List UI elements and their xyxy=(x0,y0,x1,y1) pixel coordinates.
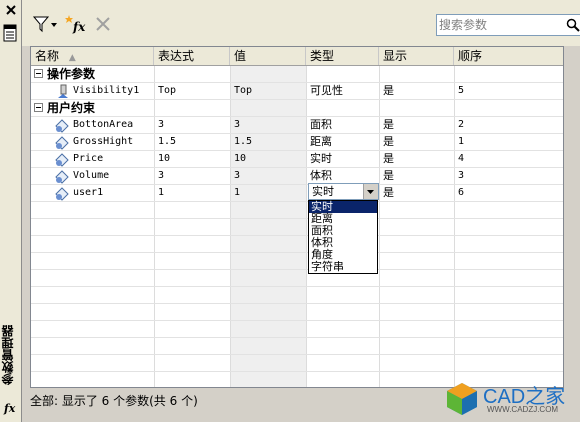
param-order[interactable]: 4 xyxy=(454,151,534,167)
sort-ascending-icon: ▲ xyxy=(68,53,76,63)
param-order[interactable]: 3 xyxy=(454,168,534,184)
param-value: 1.5 xyxy=(234,136,253,147)
table-row[interactable]: Volume 3 3 体积 是 3 xyxy=(31,168,563,185)
param-show[interactable]: 是 xyxy=(379,151,454,167)
empty-row xyxy=(31,321,563,338)
visibility-parameter-icon xyxy=(58,84,68,98)
group-row-action-parameters[interactable]: 操作参数 xyxy=(31,66,563,83)
param-expression[interactable]: 1 xyxy=(154,185,230,201)
column-header-type[interactable]: 类型 xyxy=(306,47,379,65)
user-constraint-icon xyxy=(55,119,69,133)
param-value: 3 xyxy=(234,170,241,181)
column-header-order[interactable]: 顺序 xyxy=(454,47,563,65)
param-order[interactable]: 5 xyxy=(454,83,534,99)
param-name: Volume xyxy=(73,170,110,181)
fx-label: fx xyxy=(4,402,16,415)
column-header-expression[interactable]: 表达式 xyxy=(154,47,230,65)
palette-title: 参数管理器 xyxy=(1,325,15,385)
cube-logo-icon xyxy=(447,383,477,415)
dropdown-button[interactable] xyxy=(363,184,378,199)
grid-header: 名称 ▲ 表达式 值 类型 显示 顺序 xyxy=(31,47,563,66)
user-constraint-icon xyxy=(55,136,69,150)
table-row[interactable]: GrossHight 1.5 1.5 距离 是 1 xyxy=(31,134,563,151)
empty-row xyxy=(31,236,563,253)
type-select[interactable]: 实时 xyxy=(308,183,379,200)
status-text: 全部: 显示了 6 个参数(共 6 个) xyxy=(30,394,198,408)
param-order[interactable]: 6 xyxy=(454,185,534,201)
param-show[interactable]: 是 xyxy=(379,117,454,133)
group-row-user-constraints[interactable]: 用户约束 xyxy=(31,100,563,117)
param-expression[interactable]: 10 xyxy=(154,151,230,167)
search-box[interactable] xyxy=(436,14,580,36)
param-value: Top xyxy=(234,85,253,96)
grid-rows: 操作参数 Visibility1 Top Top 可见性 是 5 用户约束 Bo… xyxy=(31,66,563,387)
user-constraint-icon xyxy=(55,170,69,184)
chevron-down-icon xyxy=(367,190,374,194)
param-show[interactable]: 是 xyxy=(379,134,454,150)
param-name: GrossHight xyxy=(73,136,134,147)
properties-icon[interactable] xyxy=(3,24,17,42)
param-name: user1 xyxy=(73,187,104,198)
param-value: 1 xyxy=(234,187,241,198)
column-header-value[interactable]: 值 xyxy=(230,47,306,65)
type-dropdown-list: 实时 距离 面积 体积 角度 字符串 xyxy=(308,200,378,274)
param-expression[interactable]: 3 xyxy=(154,168,230,184)
param-type[interactable]: 距离 xyxy=(306,134,379,150)
collapse-icon[interactable] xyxy=(34,103,43,112)
param-order[interactable]: 1 xyxy=(454,134,534,150)
parameters-grid: 名称 ▲ 表达式 值 类型 显示 顺序 操作参数 Visibility1 Top… xyxy=(30,46,564,388)
search-input[interactable] xyxy=(439,17,559,33)
dropdown-option[interactable]: 字符串 xyxy=(309,261,377,273)
delete-icon[interactable] xyxy=(94,14,112,34)
group-label: 用户约束 xyxy=(47,101,96,115)
param-type[interactable]: 可见性 xyxy=(306,83,379,99)
param-name: Price xyxy=(73,153,104,164)
param-show[interactable]: 是 xyxy=(379,168,454,184)
toolbar: fx xyxy=(22,0,580,46)
new-user-parameter-icon[interactable]: fx xyxy=(64,14,88,34)
param-expression[interactable]: 1.5 xyxy=(154,134,230,150)
table-row[interactable]: user1 1 1 是 6 xyxy=(31,185,563,202)
empty-row xyxy=(31,202,563,219)
empty-row xyxy=(31,355,563,372)
column-header-label: 名称 xyxy=(35,49,60,63)
search-icon[interactable] xyxy=(566,18,580,32)
empty-row xyxy=(31,270,563,287)
param-value: 3 xyxy=(234,119,241,130)
svg-text:fx: fx xyxy=(72,20,86,34)
close-icon[interactable] xyxy=(5,4,17,16)
cadzj-watermark: CAD之家 WWW.CADZJ.COM xyxy=(440,377,580,422)
parameters-manager-window: 参数管理器 fx fx 名称 ▲ 表达式 xyxy=(0,0,580,422)
param-type[interactable]: 实时 xyxy=(306,151,379,167)
empty-row xyxy=(31,219,563,236)
param-expression[interactable]: 3 xyxy=(154,117,230,133)
param-name: Visibility1 xyxy=(73,85,140,96)
param-value: 10 xyxy=(234,153,247,164)
type-select-value: 实时 xyxy=(312,185,334,198)
column-header-show[interactable]: 显示 xyxy=(379,47,454,65)
param-order[interactable]: 2 xyxy=(454,117,534,133)
empty-row xyxy=(31,304,563,321)
empty-row xyxy=(31,253,563,270)
table-row[interactable]: Visibility1 Top Top 可见性 是 5 xyxy=(31,83,563,100)
empty-row xyxy=(31,287,563,304)
empty-row xyxy=(31,338,563,355)
palette-title-strip: 参数管理器 fx xyxy=(0,0,22,422)
user-constraint-icon xyxy=(55,187,69,201)
param-type[interactable]: 体积 xyxy=(306,168,379,184)
column-header-name[interactable]: 名称 ▲ xyxy=(31,47,154,65)
table-row[interactable]: BottonArea 3 3 面积 是 2 xyxy=(31,117,563,134)
param-expression[interactable]: Top xyxy=(154,83,230,99)
collapse-icon[interactable] xyxy=(34,69,43,78)
param-show[interactable]: 是 xyxy=(379,83,454,99)
filter-icon[interactable] xyxy=(32,14,58,34)
param-name: BottonArea xyxy=(73,119,134,130)
watermark-url: WWW.CADZJ.COM xyxy=(487,405,559,414)
group-label: 操作参数 xyxy=(47,67,96,81)
table-row[interactable]: Price 10 10 实时 是 4 xyxy=(31,151,563,168)
param-type[interactable]: 面积 xyxy=(306,117,379,133)
param-show[interactable]: 是 xyxy=(379,185,454,201)
user-constraint-icon xyxy=(55,153,69,167)
